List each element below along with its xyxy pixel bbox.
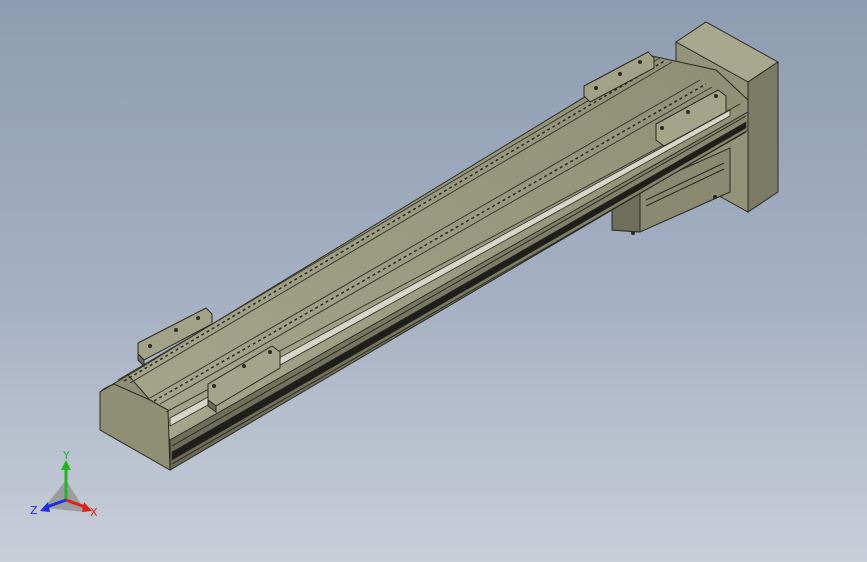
- z-axis-label: Z: [30, 504, 38, 517]
- axis-triad: Y X Z: [30, 449, 98, 519]
- cad-viewport[interactable]: Y X Z: [0, 0, 867, 562]
- linear-actuator-model[interactable]: [0, 0, 867, 562]
- y-axis-label: Y: [62, 449, 70, 462]
- x-axis-label: X: [90, 506, 98, 519]
